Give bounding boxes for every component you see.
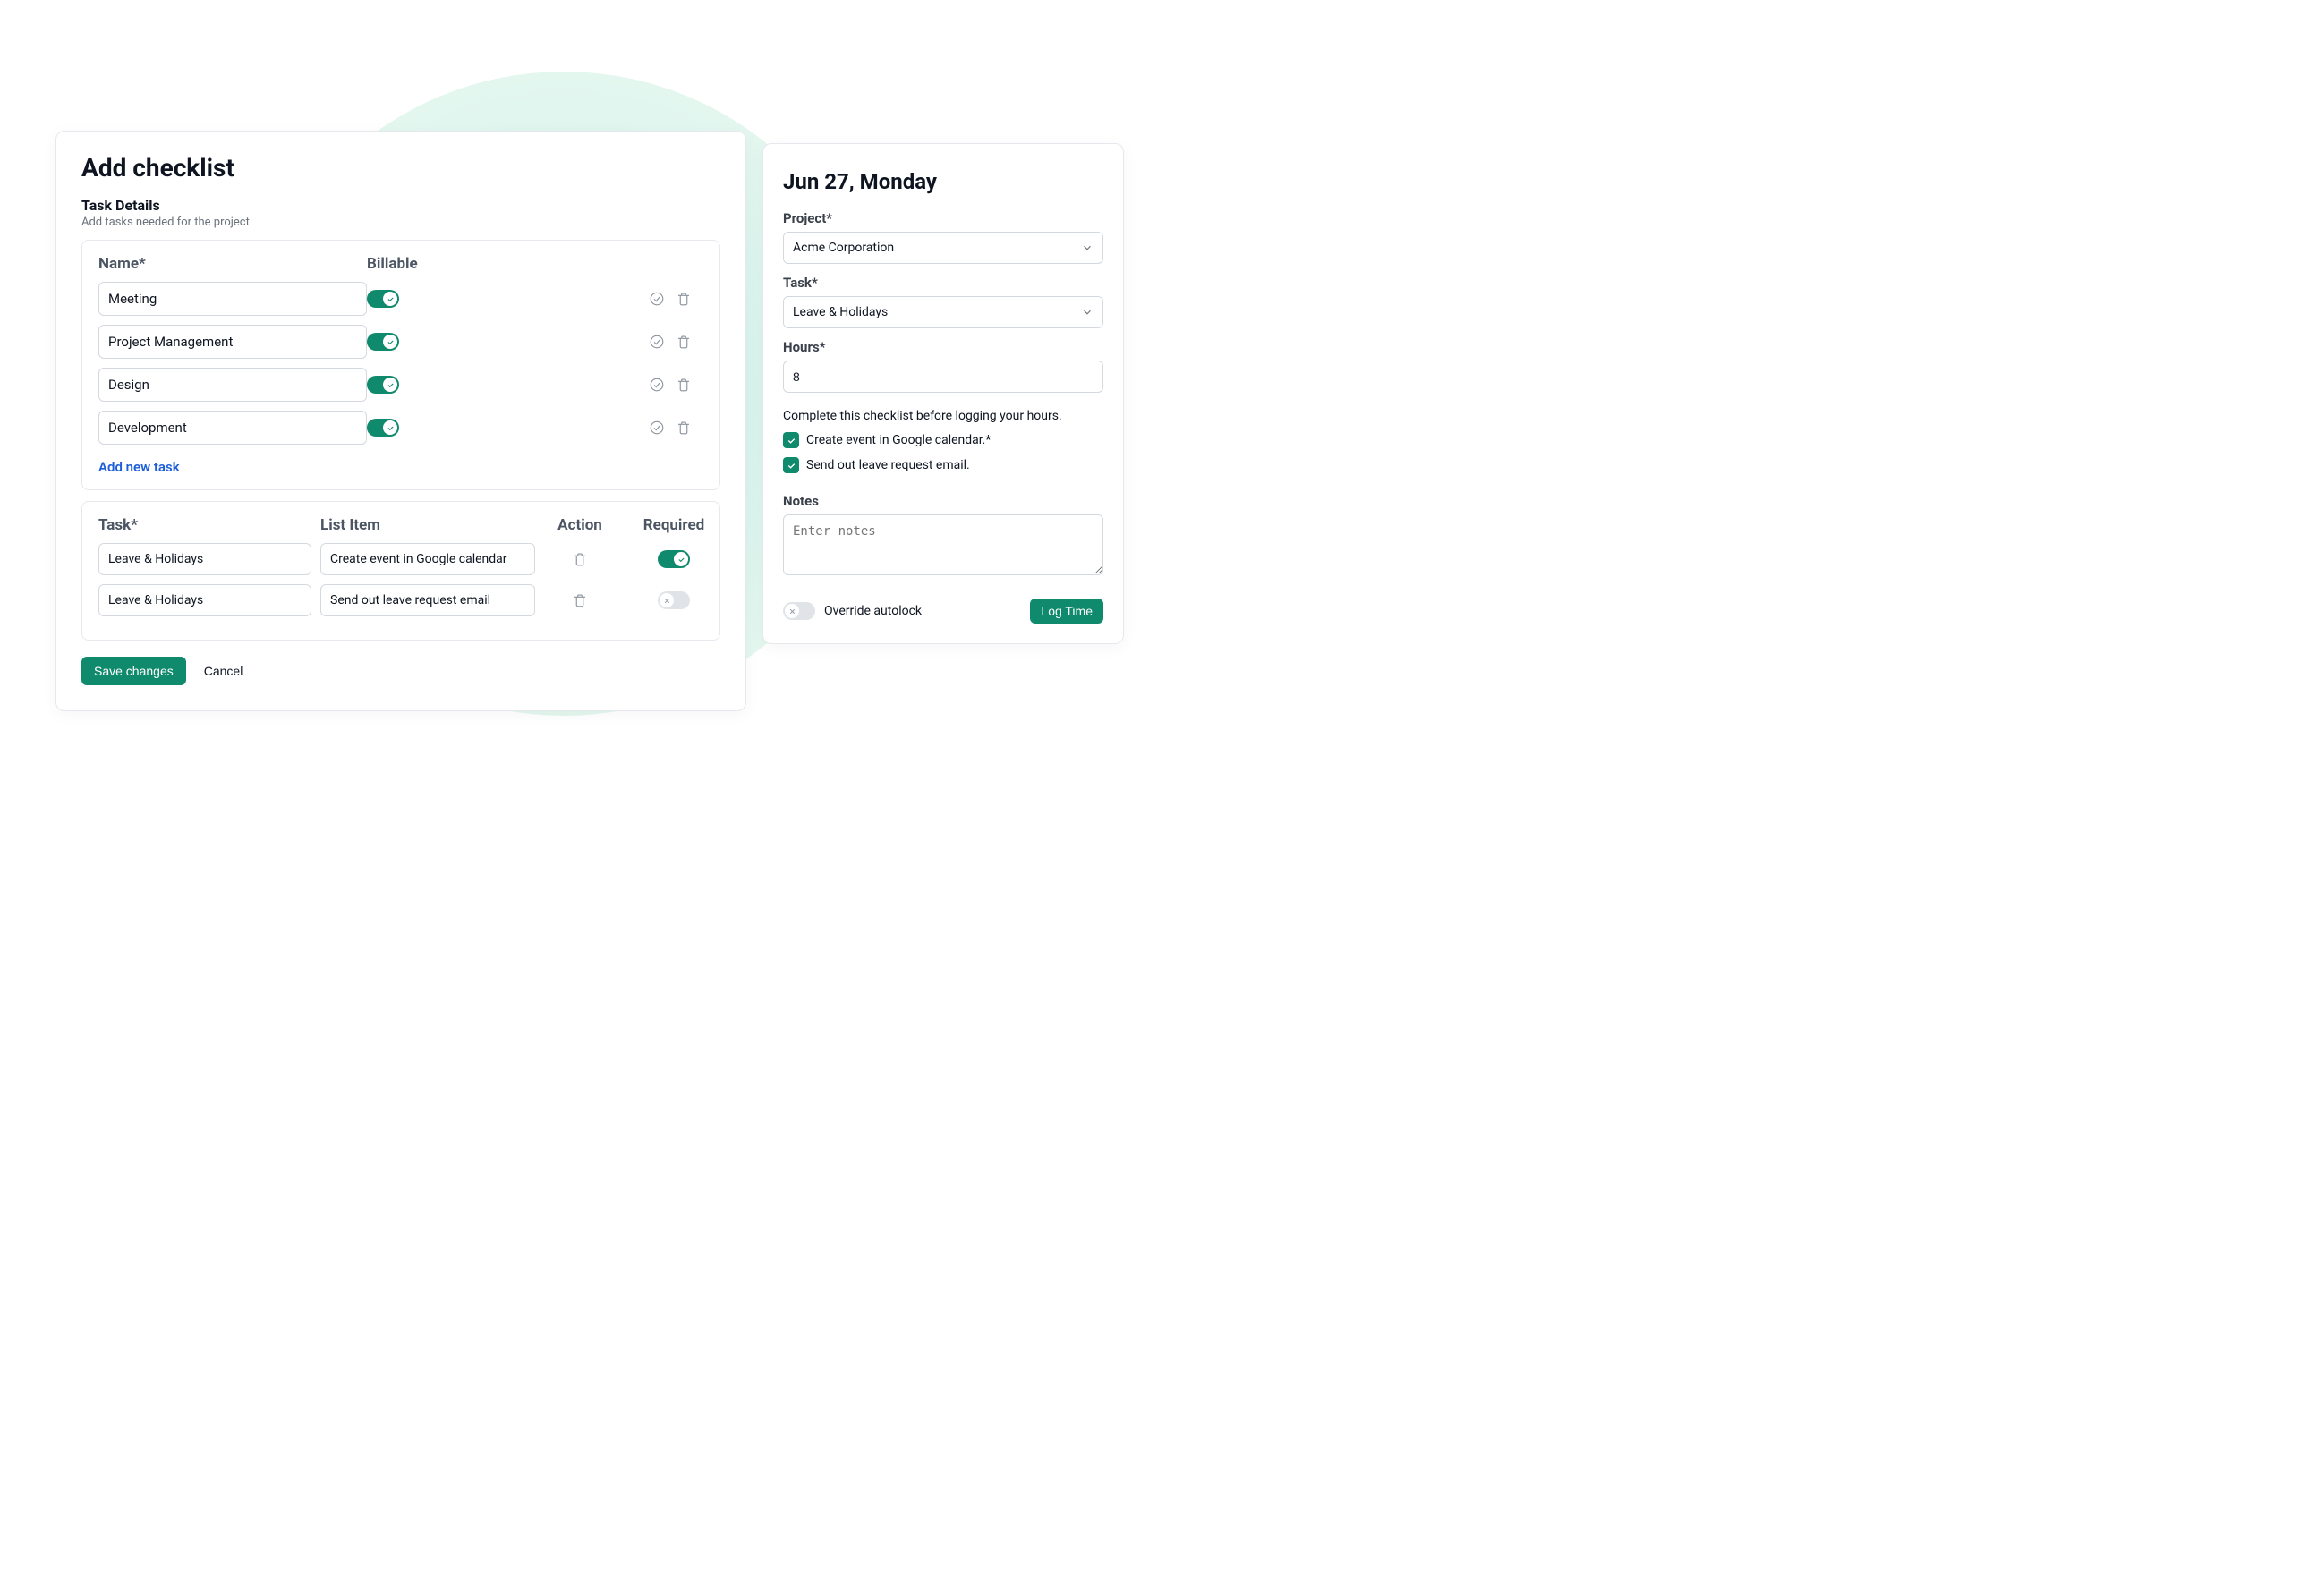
check-circle-icon[interactable] bbox=[648, 376, 666, 394]
task-select[interactable]: Leave & Holidays bbox=[783, 296, 1103, 328]
billable-toggle[interactable] bbox=[367, 419, 399, 437]
page-title: Add checklist bbox=[81, 153, 720, 183]
column-action: Action bbox=[544, 516, 616, 534]
project-select[interactable]: Acme Corporation bbox=[783, 232, 1103, 264]
task-details-heading: Task Details bbox=[81, 197, 720, 214]
check-circle-icon[interactable] bbox=[648, 333, 666, 351]
tasks-panel: Name* Billable Meeting Project Managemen… bbox=[81, 240, 720, 490]
item-listitem-input[interactable]: Send out leave request email bbox=[320, 584, 535, 616]
required-toggle[interactable] bbox=[658, 550, 690, 568]
column-billable: Billable bbox=[367, 255, 519, 273]
trash-icon[interactable] bbox=[675, 419, 693, 437]
override-autolock-label: Override autolock bbox=[824, 604, 922, 618]
override-autolock-toggle[interactable] bbox=[783, 602, 815, 620]
save-button[interactable]: Save changes bbox=[81, 657, 186, 685]
add-new-task-link[interactable]: Add new task bbox=[98, 459, 180, 475]
task-name-input[interactable]: Design bbox=[98, 368, 367, 402]
hours-input[interactable] bbox=[783, 361, 1103, 393]
log-time-button[interactable]: Log Time bbox=[1030, 598, 1103, 624]
task-details-subtext: Add tasks needed for the project bbox=[81, 216, 720, 229]
list-items-panel: Task* List Item Action Required Leave & … bbox=[81, 501, 720, 641]
checklist-hint: Complete this checklist before logging y… bbox=[783, 409, 1103, 423]
task-value: Leave & Holidays bbox=[793, 305, 888, 319]
cancel-button[interactable]: Cancel bbox=[195, 657, 252, 685]
notes-input[interactable] bbox=[783, 514, 1103, 575]
notes-label: Notes bbox=[783, 493, 1103, 509]
column-list-item: List Item bbox=[320, 516, 535, 534]
project-label: Project* bbox=[783, 210, 1103, 226]
check-circle-icon[interactable] bbox=[648, 290, 666, 308]
checklist-checkbox[interactable] bbox=[783, 432, 799, 448]
checklist-item-label: Send out leave request email. bbox=[806, 458, 970, 472]
trash-icon[interactable] bbox=[675, 333, 693, 351]
column-required: Required bbox=[625, 516, 723, 534]
trash-icon[interactable] bbox=[675, 290, 693, 308]
chevron-down-icon bbox=[1081, 306, 1094, 318]
task-name-input[interactable]: Project Management bbox=[98, 325, 367, 359]
checklist-checkbox[interactable] bbox=[783, 457, 799, 473]
item-listitem-input[interactable]: Create event in Google calendar bbox=[320, 543, 535, 575]
task-name-input[interactable]: Meeting bbox=[98, 282, 367, 316]
project-value: Acme Corporation bbox=[793, 241, 894, 255]
required-toggle[interactable] bbox=[658, 591, 690, 609]
column-name: Name* bbox=[98, 255, 367, 273]
chevron-down-icon bbox=[1081, 242, 1094, 254]
column-task: Task* bbox=[98, 516, 311, 534]
trash-icon[interactable] bbox=[675, 376, 693, 394]
check-circle-icon[interactable] bbox=[648, 419, 666, 437]
billable-toggle[interactable] bbox=[367, 290, 399, 308]
checklist-item-label: Create event in Google calendar.* bbox=[806, 433, 991, 447]
date-title: Jun 27, Monday bbox=[783, 169, 1103, 194]
trash-icon[interactable] bbox=[571, 550, 589, 568]
task-label: Task* bbox=[783, 275, 1103, 291]
item-task-input[interactable]: Leave & Holidays bbox=[98, 584, 311, 616]
billable-toggle[interactable] bbox=[367, 376, 399, 394]
add-checklist-card: Add checklist Task Details Add tasks nee… bbox=[55, 131, 746, 711]
trash-icon[interactable] bbox=[571, 591, 589, 609]
task-name-input[interactable]: Development bbox=[98, 411, 367, 445]
hours-label: Hours* bbox=[783, 339, 1103, 355]
billable-toggle[interactable] bbox=[367, 333, 399, 351]
item-task-input[interactable]: Leave & Holidays bbox=[98, 543, 311, 575]
log-time-card: Jun 27, Monday Project* Acme Corporation… bbox=[762, 143, 1124, 644]
